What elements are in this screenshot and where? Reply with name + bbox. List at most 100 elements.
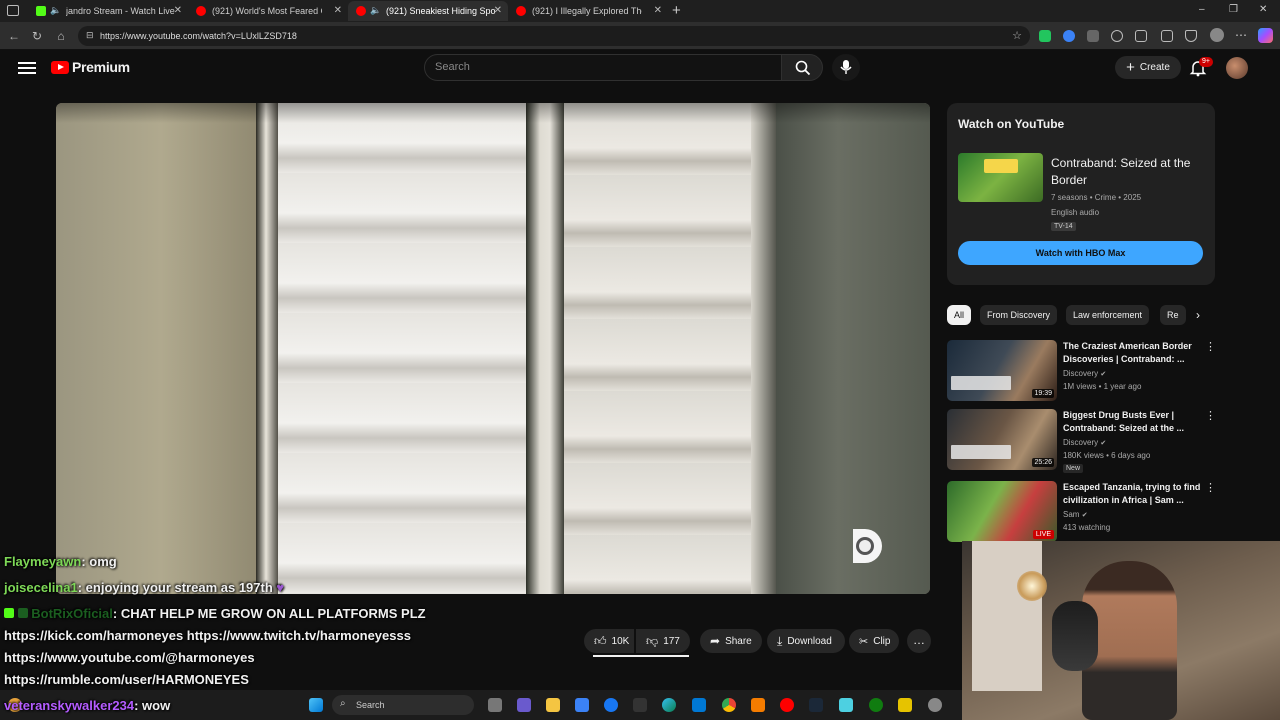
extension-gray-icon[interactable] xyxy=(1087,30,1099,42)
vlc-icon[interactable] xyxy=(751,698,765,712)
bookmark-star-icon[interactable]: ☆ xyxy=(1012,29,1022,42)
copilot-icon[interactable] xyxy=(1258,28,1273,43)
search-button[interactable] xyxy=(781,54,823,81)
more-options-icon[interactable]: ⋯ xyxy=(1235,28,1247,42)
download-button[interactable]: ⤓ Download xyxy=(767,629,845,653)
browser-tab-2[interactable]: (921) World's Most Feared Cartel ✕ xyxy=(188,1,348,21)
youtube-premium-logo[interactable]: Premium xyxy=(72,59,130,75)
close-tab-icon[interactable]: ✕ xyxy=(334,5,342,16)
channel-name[interactable]: Discovery ✔ xyxy=(1063,438,1106,447)
back-icon[interactable]: ← xyxy=(6,28,22,44)
video-thumbnail[interactable]: LIVE xyxy=(947,481,1057,542)
close-tab-icon[interactable]: ✕ xyxy=(494,5,502,16)
channel-name[interactable]: Sam ✔ xyxy=(1063,510,1088,519)
refresh-page-icon[interactable] xyxy=(1111,30,1123,42)
recommendation-item[interactable]: 25:26 Biggest Drug Busts Ever | Contraba… xyxy=(947,409,1216,473)
dislike-button[interactable]: 👎︎ 177 xyxy=(636,629,690,653)
show-audio: English audio xyxy=(1051,208,1100,217)
chip-from-discovery[interactable]: From Discovery xyxy=(980,305,1058,325)
app-icon-1[interactable] xyxy=(517,698,531,712)
close-tab-icon[interactable]: ✕ xyxy=(174,5,182,16)
close-window-button[interactable]: ✕ xyxy=(1259,4,1267,15)
channel-name[interactable]: Discovery ✔ xyxy=(1063,369,1106,378)
address-bar[interactable]: ⊟ https://www.youtube.com/watch?v=LUxlLZ… xyxy=(78,26,1030,46)
share-button[interactable]: ➦ Share xyxy=(700,629,762,653)
url-text: https://www.youtube.com/watch?v=LUxlLZSD… xyxy=(100,31,297,41)
collections-icon[interactable] xyxy=(1161,30,1173,42)
chat-message: veteranskywalker234: wow xyxy=(4,698,170,713)
close-tab-icon[interactable]: ✕ xyxy=(654,5,662,16)
notification-count-badge: 9+ xyxy=(1199,57,1213,67)
clip-button[interactable]: ✂ Clip xyxy=(849,629,899,653)
xbox-icon[interactable] xyxy=(869,698,883,712)
taskbar-search[interactable]: Search xyxy=(332,695,474,715)
settings-gear-icon[interactable] xyxy=(928,698,942,712)
chrome-icon[interactable] xyxy=(722,698,736,712)
youtube-app-icon[interactable] xyxy=(780,698,794,712)
like-count: 10K xyxy=(611,635,630,647)
account-avatar[interactable] xyxy=(1226,57,1248,79)
youtube-logo-icon[interactable] xyxy=(51,61,69,74)
create-button[interactable]: + Create xyxy=(1115,56,1181,79)
home-icon[interactable]: ⌂ xyxy=(53,28,69,44)
hamburger-menu-icon[interactable] xyxy=(18,59,36,77)
kebab-menu-icon[interactable]: ⋮ xyxy=(1205,340,1216,353)
task-view-icon[interactable] xyxy=(488,698,502,712)
kebab-menu-icon[interactable]: ⋮ xyxy=(1205,481,1216,494)
video-title[interactable]: Escaped Tanzania, trying to find civiliz… xyxy=(1063,481,1203,507)
like-button[interactable]: 👍︎ 10K xyxy=(584,629,634,653)
search-input[interactable]: Search xyxy=(424,54,782,81)
video-thumbnail[interactable]: 19:39 xyxy=(947,340,1057,401)
video-duration: 19:39 xyxy=(1032,389,1054,398)
show-title[interactable]: Contraband: Seized at the Border xyxy=(1051,155,1201,189)
chip-more[interactable]: Re xyxy=(1160,305,1186,325)
video-thumbnail[interactable]: 25:26 xyxy=(947,409,1057,470)
video-player[interactable] xyxy=(56,103,930,594)
browser-tab-3[interactable]: 🔈 (921) Sneakiest Hiding Spot ✕ xyxy=(348,1,508,21)
show-thumbnail[interactable] xyxy=(958,153,1043,202)
facebook-icon[interactable] xyxy=(604,698,618,712)
site-info-icon[interactable]: ⊟ xyxy=(86,30,94,41)
taskbar-search-icon: ⌕ xyxy=(340,698,346,709)
profile-icon[interactable] xyxy=(1210,28,1224,42)
more-actions-button[interactable]: … xyxy=(907,629,931,653)
share-label: Share xyxy=(725,635,752,647)
channel-label: Discovery xyxy=(1063,369,1099,378)
favorites-icon[interactable] xyxy=(1135,30,1147,42)
video-title[interactable]: The Craziest American Border Discoveries… xyxy=(1063,340,1203,366)
new-tab-button[interactable]: + xyxy=(672,2,681,19)
speaker-icon: 🔈 xyxy=(50,5,62,15)
refresh-icon[interactable]: ↻ xyxy=(29,28,45,44)
windows-start-icon[interactable] xyxy=(309,698,323,712)
verified-icon: ✔ xyxy=(1100,371,1107,378)
amazon-icon[interactable] xyxy=(633,698,647,712)
shield-icon[interactable] xyxy=(1185,30,1197,42)
video-title[interactable]: Biggest Drug Busts Ever | Contraband: Se… xyxy=(1063,409,1203,435)
browser-toolbar: ← ↻ ⌂ ⊟ https://www.youtube.com/watch?v=… xyxy=(0,22,1280,50)
chip-law-enforcement[interactable]: Law enforcement xyxy=(1066,305,1150,325)
bot-badge-icon xyxy=(4,608,14,618)
file-explorer-icon[interactable] xyxy=(546,698,560,712)
browser-tab-1[interactable]: 🔈 jandro Stream - Watch Live o ✕ xyxy=(28,1,188,21)
calculator-icon[interactable] xyxy=(692,698,706,712)
kebab-menu-icon[interactable]: ⋮ xyxy=(1205,409,1216,422)
chat-link-line: https://rumble.com/user/HARMONEYES xyxy=(4,672,249,687)
browser-tab-4[interactable]: (921) I Illegally Explored The Paris ✕ xyxy=(508,1,668,21)
chevron-right-icon[interactable]: › xyxy=(1188,305,1208,325)
app-icon-3[interactable] xyxy=(898,698,912,712)
voice-search-button[interactable] xyxy=(832,54,860,81)
minimize-button[interactable]: – xyxy=(1199,4,1205,15)
browser-sidebar-icon[interactable] xyxy=(7,5,19,16)
store-icon[interactable] xyxy=(575,698,589,712)
recommendation-item[interactable]: 19:39 The Craziest American Border Disco… xyxy=(947,340,1216,402)
steam-icon[interactable] xyxy=(809,698,823,712)
app-icon-2[interactable] xyxy=(839,698,853,712)
extension-blue-icon[interactable] xyxy=(1063,30,1075,42)
watch-with-hbo-max-button[interactable]: Watch with HBO Max xyxy=(958,241,1203,265)
extension-green-icon[interactable] xyxy=(1039,30,1051,42)
recommendation-item[interactable]: LIVE Escaped Tanzania, trying to find ci… xyxy=(947,481,1216,543)
edge-icon[interactable] xyxy=(662,698,676,712)
browser-tab-strip: 🔈 jandro Stream - Watch Live o ✕ (921) W… xyxy=(0,0,1280,22)
maximize-button[interactable]: ❐ xyxy=(1229,4,1238,15)
chip-all[interactable]: All xyxy=(947,305,972,325)
